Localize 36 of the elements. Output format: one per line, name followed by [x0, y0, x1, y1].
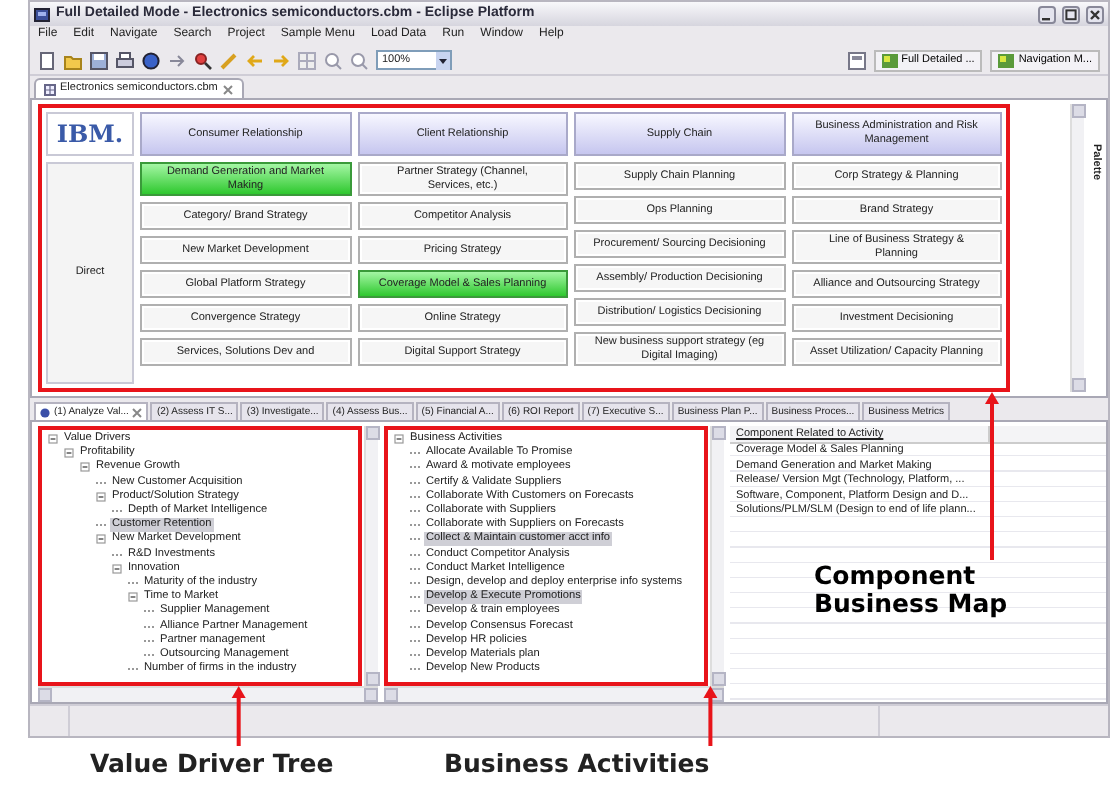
new-file-icon[interactable] [38, 51, 56, 69]
close-icon[interactable] [1086, 5, 1104, 23]
zoom-in-icon[interactable] [324, 51, 342, 69]
horizontal-scrollbar[interactable] [384, 686, 724, 702]
callout-label: Business Activities [444, 748, 712, 778]
callout-label: Component Business Map [814, 562, 1010, 617]
zoom-out-icon[interactable] [350, 51, 368, 69]
expander-icon[interactable] [96, 534, 106, 545]
dropdown-icon [436, 51, 450, 69]
grid-icon[interactable] [298, 51, 316, 69]
horizontal-scrollbar[interactable] [38, 686, 378, 702]
expander-icon[interactable] [112, 563, 122, 574]
minimize-icon[interactable] [1038, 5, 1056, 23]
expander-icon[interactable] [64, 448, 74, 459]
callout-label: Value Driver Tree [90, 748, 336, 778]
expander-icon[interactable] [80, 462, 90, 473]
vertical-scrollbar[interactable] [1070, 104, 1085, 392]
expander-icon[interactable] [394, 434, 404, 445]
maximize-icon[interactable] [1062, 5, 1080, 23]
save-icon[interactable] [90, 51, 108, 69]
logo: IBM. [46, 112, 134, 156]
perspective-icon [881, 53, 898, 67]
expander-icon[interactable] [96, 491, 106, 502]
magnifier-icon[interactable] [194, 51, 212, 69]
print-icon[interactable] [116, 51, 134, 69]
vertical-scrollbar[interactable] [710, 426, 724, 686]
expander-icon[interactable] [48, 434, 58, 445]
vertical-scrollbar[interactable] [364, 426, 378, 686]
callout-arrow [703, 686, 718, 746]
app-icon [34, 7, 50, 21]
pencil-icon[interactable] [220, 51, 238, 69]
perspective-icon [998, 53, 1015, 67]
folder-icon[interactable] [64, 51, 82, 69]
grid-file-icon [44, 83, 56, 96]
expander-icon[interactable] [128, 592, 138, 603]
arrow-icon[interactable] [168, 51, 186, 69]
